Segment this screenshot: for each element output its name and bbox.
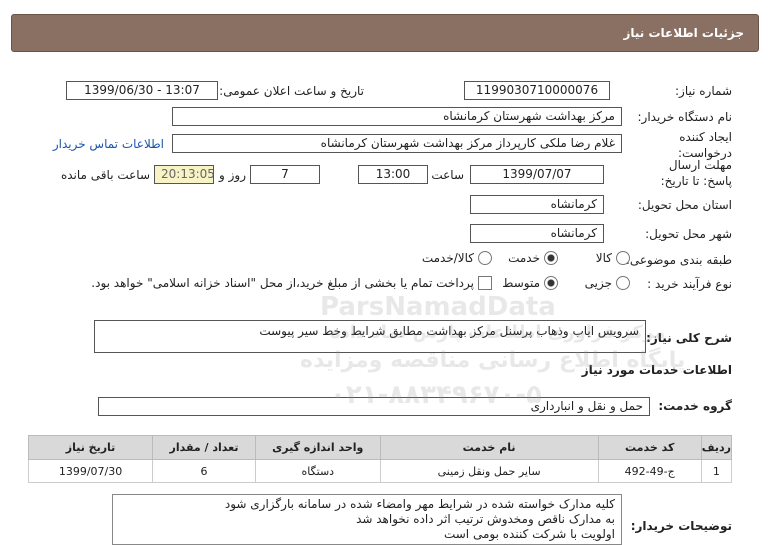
col-date-header: تاریخ نیاز <box>27 435 154 460</box>
col-qty-header: تعداد / مقدار <box>152 435 256 460</box>
buyer-notes-line: کلیه مدارک خواسته شده در شرایط مهر وامضا… <box>224 497 615 511</box>
service-group-label: گروه خدمت: <box>658 399 732 413</box>
remaining-time-label: ساعت باقی مانده <box>60 168 150 182</box>
watermark-brand: ParsNamadData <box>320 292 556 322</box>
treasury-payment-note: پرداخت تمام یا بخشی از مبلغ خرید،از محل … <box>91 276 474 290</box>
cell-name: سایر حمل ونقل زمینی <box>379 459 599 483</box>
deadline-time-field[interactable]: 13:00 <box>358 165 428 184</box>
cell-date: 1399/07/30 <box>27 459 154 483</box>
col-unit-header: واحد اندازه گیری <box>254 435 381 460</box>
province-field[interactable]: کرمانشاه <box>470 195 604 214</box>
remaining-time-field: 20:13:05 <box>154 165 214 184</box>
creator-field[interactable]: غلام رضا ملکی کارپرداز مرکز بهداشت شهرست… <box>172 134 622 153</box>
need-number-field[interactable]: 1199030710000076 <box>464 81 610 100</box>
buyer-notes-line: به مدارک ناقص ومخدوش ترتیب اثر داده نخوا… <box>356 512 615 526</box>
cell-unit: دستگاه <box>254 459 381 483</box>
city-label: شهر محل تحویل: <box>645 227 732 241</box>
treasury-payment-checkbox[interactable] <box>478 276 492 290</box>
category-label: طبقه بندی موضوعی: <box>625 253 732 267</box>
category-goods-service-radio[interactable] <box>478 251 492 265</box>
cell-row: 1 <box>700 459 733 483</box>
process-medium-label: متوسط <box>502 276 540 290</box>
col-code-header: کد خدمت <box>597 435 702 460</box>
page-title: جزئیات اطلاعات نیاز <box>623 26 744 40</box>
col-name-header: نام خدمت <box>379 435 599 460</box>
city-field[interactable]: کرمانشاه <box>470 224 604 243</box>
services-table: ردیف کد خدمت نام خدمت واحد اندازه گیری ت… <box>27 435 733 483</box>
table-row: 1 ج-49-492 سایر حمل ونقل زمینی دستگاه 6 … <box>27 459 733 483</box>
services-section-title: اطلاعات خدمات مورد نیاز <box>581 363 732 377</box>
remaining-days-label: روز و <box>219 168 246 182</box>
deadline-label: مهلت ارسال پاسخ: تا تاریخ: <box>660 158 732 188</box>
buyer-notes-label: توضیحات خریدار: <box>630 519 732 533</box>
deadline-date-field[interactable]: 1399/07/07 <box>470 165 604 184</box>
cell-code: ج-49-492 <box>597 459 702 483</box>
table-header-row: ردیف کد خدمت نام خدمت واحد اندازه گیری ت… <box>27 435 733 460</box>
description-label: شرح کلی نیاز: <box>646 331 732 345</box>
province-label: استان محل تحویل: <box>637 198 732 212</box>
remaining-days-field[interactable]: 7 <box>250 165 320 184</box>
category-service-label: خدمت <box>508 251 540 265</box>
col-row-header: ردیف <box>700 435 733 460</box>
process-minor-radio[interactable] <box>616 276 630 290</box>
category-goods-label: کالا <box>595 251 612 265</box>
buyer-org-label: نام دستگاه خریدار: <box>637 110 733 124</box>
announce-date-field[interactable]: 1399/06/30 - 13:07 <box>66 81 218 100</box>
category-service-radio[interactable] <box>544 251 558 265</box>
category-goods-radio[interactable] <box>616 251 630 265</box>
process-medium-radio[interactable] <box>544 276 558 290</box>
announce-date-label: تاریخ و ساعت اعلان عمومی: <box>219 84 364 98</box>
buyer-contact-link[interactable]: اطلاعات تماس خریدار <box>53 137 164 151</box>
buyer-notes-line: اولویت با شرکت کننده بومی است <box>443 527 615 541</box>
need-number-label: شماره نیاز: <box>675 84 732 98</box>
page-header: جزئیات اطلاعات نیاز <box>11 14 759 52</box>
service-group-field[interactable]: حمل و نقل و انبارداری <box>98 397 650 416</box>
process-minor-label: جزیی <box>584 276 612 290</box>
description-field[interactable]: سرویس ایاب وذهاب پرسنل مرکز بهداشت مطابق… <box>94 320 646 353</box>
deadline-time-label: ساعت <box>431 168 464 182</box>
process-label: نوع فرآیند خرید : <box>647 277 732 291</box>
buyer-org-field[interactable]: مرکز بهداشت شهرستان کرمانشاه <box>172 107 622 126</box>
buyer-notes-box: کلیه مدارک خواسته شده در شرایط مهر وامضا… <box>112 494 622 545</box>
cell-qty: 6 <box>152 459 256 483</box>
category-goods-service-label: کالا/خدمت <box>421 251 474 265</box>
